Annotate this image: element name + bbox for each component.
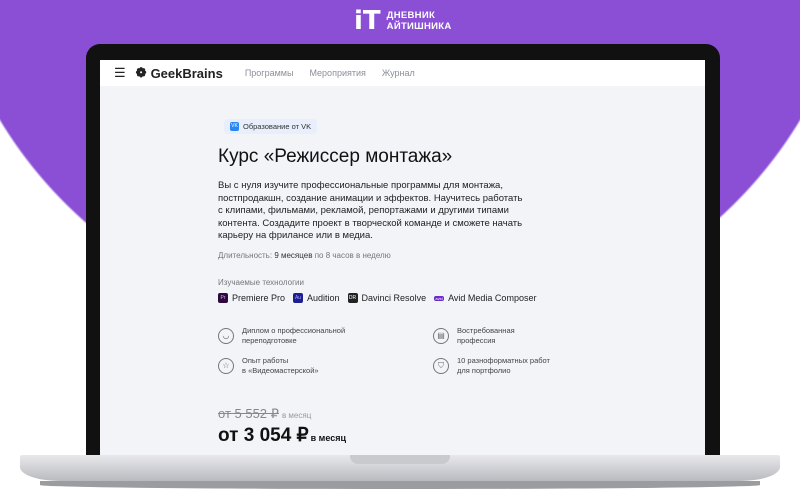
new-price: от 3 054 ₽ в месяц bbox=[218, 424, 346, 447]
feature-line: профессия bbox=[457, 336, 496, 345]
clipboard-icon: ▤ bbox=[433, 328, 449, 344]
feature-line: 10 разноформатных работ bbox=[457, 356, 550, 365]
geekbrains-logo[interactable]: ❁ GeekBrains bbox=[136, 65, 223, 81]
page-title: Курс «Режиссер монтажа» bbox=[218, 146, 453, 167]
graduation-cap-icon: ◡ bbox=[218, 328, 234, 344]
badge-text: Образование от VK bbox=[243, 122, 312, 131]
laptop-screen: ☰ ❁ GeekBrains Программы Мероприятия Журн… bbox=[100, 60, 705, 455]
tech-name: Avid Media Composer bbox=[448, 292, 537, 303]
hamburger-menu-icon[interactable]: ☰ bbox=[114, 65, 126, 81]
feature-line: Диплом о профессиональной bbox=[242, 326, 346, 335]
duration-label: Длительность: bbox=[218, 250, 273, 260]
features: ◡ Диплом о профессиональной переподготовке… bbox=[218, 326, 558, 376]
nav-events[interactable]: Мероприятия bbox=[309, 68, 365, 78]
nav-journal[interactable]: Журнал bbox=[382, 68, 415, 78]
davinci-icon: DR bbox=[347, 293, 358, 304]
tech-name: Davinci Resolve bbox=[361, 292, 427, 303]
feature-item: ◡ Диплом о профессиональной переподготовке bbox=[218, 326, 433, 346]
brain-icon: ❁ bbox=[135, 65, 147, 80]
brand-line2: АЙТИШНИКА bbox=[386, 21, 452, 32]
tech-item: DR Davinci Resolve bbox=[347, 292, 427, 304]
feature-line: для портфолио bbox=[457, 366, 511, 375]
tech-item: Au Audition bbox=[293, 293, 340, 304]
brand-line1: ДНЕВНИК bbox=[386, 10, 436, 21]
duration: Длительность: 9 месяцев по 8 часов в нед… bbox=[218, 251, 548, 260]
audition-icon: Au bbox=[293, 293, 304, 304]
brand-logo: iT ДНЕВНИК АЙТИШНИКА bbox=[354, 8, 452, 34]
vk-icon: VK bbox=[230, 122, 239, 131]
laptop-shadow bbox=[40, 481, 760, 489]
feature-line: Опыт работы bbox=[242, 356, 289, 365]
top-nav: ☰ ❁ GeekBrains Программы Мероприятия Журн… bbox=[100, 60, 705, 86]
tech-label: Изучаемые технологии bbox=[218, 277, 304, 287]
feature-item: ⛉ 10 разноформатных работ для портфолио bbox=[433, 356, 558, 376]
new-price-value: от 3 054 ₽ bbox=[218, 425, 309, 446]
laptop-notch bbox=[350, 455, 450, 464]
feature-item: ▤ Востребованная профессия bbox=[433, 326, 558, 346]
feature-line: в «Видеомастерской» bbox=[242, 366, 319, 375]
old-price-unit: в месяц bbox=[281, 411, 312, 420]
old-price: от 5 552 ₽ в месяц bbox=[218, 406, 311, 422]
tech-name: Audition bbox=[307, 292, 340, 303]
duration-extra: по 8 часов в неделю bbox=[314, 250, 391, 260]
feature-line: переподготовке bbox=[242, 336, 297, 345]
new-price-unit: в месяц bbox=[310, 433, 347, 443]
vk-badge: VK Образование от VK bbox=[224, 119, 318, 134]
tech-item: avid Avid Media Composer bbox=[434, 293, 536, 303]
tech-name: Premiere Pro bbox=[232, 292, 286, 303]
feature-line: Востребованная bbox=[457, 326, 515, 335]
premiere-icon: Pr bbox=[218, 293, 228, 304]
feature-item: ☆ Опыт работы в «Видеомастерской» bbox=[218, 356, 433, 376]
it-logo-icon: iT bbox=[354, 6, 381, 36]
star-icon: ☆ bbox=[218, 358, 234, 374]
old-price-value: от 5 552 ₽ bbox=[218, 406, 279, 421]
nav-programs[interactable]: Программы bbox=[245, 68, 294, 78]
duration-value: 9 месяцев bbox=[274, 250, 313, 260]
shield-icon: ⛉ bbox=[433, 358, 449, 374]
course-description: Вы с нуля изучите профессиональные прогр… bbox=[218, 180, 523, 241]
avid-icon: avid bbox=[434, 295, 445, 301]
tech-list: Pr Premiere Pro Au Audition DR Davinci Reso… bbox=[218, 293, 548, 304]
logo-text: GeekBrains bbox=[150, 65, 223, 81]
tech-item: Pr Premiere Pro bbox=[218, 293, 285, 304]
